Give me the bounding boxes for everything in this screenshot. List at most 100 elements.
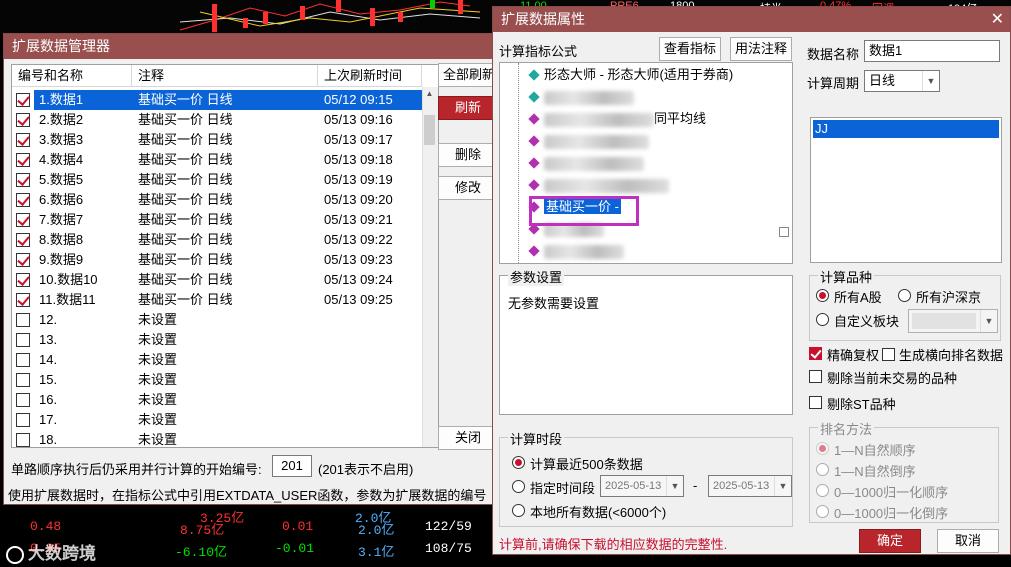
variety-radio-all-a[interactable] [816,289,829,302]
row-checkbox[interactable] [16,113,30,127]
row-checkbox[interactable] [16,333,30,347]
background-strip-bottom [495,555,1011,567]
start-number-input[interactable]: 201 [272,455,312,477]
tree-scroll-box[interactable] [779,227,789,237]
tree-item[interactable]: 形态大师 - 形态大师(适用于券商) [528,65,733,85]
table-row[interactable]: 14. 未设置 [12,350,420,370]
tree-item[interactable] [528,131,649,151]
row-checkbox[interactable] [16,373,30,387]
time-radio-recent[interactable] [512,456,525,469]
table-row[interactable]: 2.数据2 基础买一价 日线 05/13 09:16 [12,110,420,130]
table-row[interactable]: 7.数据7 基础买一价 日线 05/13 09:21 [12,210,420,230]
exclude-st-checkbox[interactable] [809,396,822,409]
table-row[interactable]: 13. 未设置 [12,330,420,350]
formula-tree[interactable]: 形态大师 - 形态大师(适用于券商) 同平均线 基础买一价 - [499,62,793,264]
date-to-input[interactable]: 2025-05-13 ▼ [708,475,792,497]
row-checkbox[interactable] [16,353,30,367]
precise-adjust-checkbox[interactable] [809,347,822,360]
refresh-all-button[interactable]: 全部刷新 [438,63,498,87]
row-note: 基础买一价 日线 [138,192,233,207]
table-row[interactable]: 1.数据1 基础买一价 日线 05/12 09:15 [12,90,422,110]
table-row[interactable]: 10.数据10 基础买一价 日线 05/13 09:24 [12,270,420,290]
table-row[interactable]: 11.数据11 基础买一价 日线 05/13 09:25 [12,290,420,310]
date-from-input[interactable]: 2025-05-13 ▼ [600,475,684,497]
rank-radio-1[interactable] [816,442,829,455]
properties-titlebar[interactable]: 扩展数据属性 ✕ [493,7,1010,32]
refresh-button[interactable]: 刷新 [438,96,498,120]
blurred-text [544,244,624,259]
output-item[interactable]: JJ [813,120,999,138]
table-row[interactable]: 17. 未设置 [12,410,420,430]
table-row[interactable]: 5.数据5 基础买一价 日线 05/13 09:19 [12,170,420,190]
row-checkbox[interactable] [16,393,30,407]
horizontal-rank-checkbox[interactable] [882,348,895,361]
row-checkbox[interactable] [16,313,30,327]
scrollbar-thumb[interactable] [424,115,435,145]
rank-radio-2[interactable] [816,463,829,476]
data-list[interactable]: 编号和名称 注释 上次刷新时间 1.数据1 基础买一价 日线 05/12 09:15… [11,64,439,448]
time-radio-range[interactable] [512,480,525,493]
tree-item[interactable] [528,87,634,107]
column-header-note[interactable]: 注释 [132,65,318,87]
candle [263,12,268,24]
row-checkbox[interactable] [16,253,30,267]
cancel-button[interactable]: 取消 [937,529,999,553]
close-icon[interactable]: ✕ [991,7,1004,32]
modify-button[interactable]: 修改 [438,176,498,200]
period-select[interactable]: 日线 ▼ [864,70,940,92]
variety-radio-shsz[interactable] [898,289,911,302]
table-row[interactable]: 8.数据8 基础买一价 日线 05/13 09:22 [12,230,420,250]
column-header-name[interactable]: 编号和名称 [12,65,132,87]
rank-radio-3[interactable] [816,484,829,497]
row-checkbox[interactable] [16,93,30,107]
exclude-untraded-checkbox[interactable] [809,370,822,383]
params-title: 参数设置 [508,267,565,286]
row-checkbox[interactable] [16,413,30,427]
tree-item[interactable] [528,153,644,173]
ok-button[interactable]: 确定 [859,529,921,553]
data-name-input[interactable]: 数据1 [864,40,1000,62]
output-list[interactable]: JJ [810,117,1002,263]
view-indicator-button[interactable]: 查看指标 [659,37,721,61]
tree-item[interactable] [528,175,669,195]
row-checkbox[interactable] [16,133,30,147]
row-checkbox[interactable] [16,213,30,227]
row-note: 未设置 [138,332,178,347]
table-row[interactable]: 6.数据6 基础买一价 日线 05/13 09:20 [12,190,420,210]
row-checkbox[interactable] [16,433,30,447]
table-row[interactable]: 3.数据3 基础买一价 日线 05/13 09:17 [12,130,420,150]
delete-button[interactable]: 删除 [438,143,498,167]
table-row[interactable]: 9.数据9 基础买一价 日线 05/13 09:23 [12,250,420,270]
table-row[interactable]: 18. 未设置 [12,430,420,447]
quote-cell: 3.1亿 [358,545,395,560]
row-checkbox[interactable] [16,173,30,187]
tree-item[interactable] [528,241,624,261]
rank-option-label: 1—N自然顺序 [834,443,916,458]
row-checkbox[interactable] [16,233,30,247]
row-name: 2.数据2 [39,112,84,127]
close-button[interactable]: 关闭 [438,426,498,450]
scroll-up-icon[interactable]: ▲ [424,89,435,99]
row-time: 05/13 09:25 [324,292,393,307]
usage-note-button[interactable]: 用法注释 [730,37,792,61]
row-checkbox[interactable] [16,293,30,307]
row-checkbox[interactable] [16,193,30,207]
table-row[interactable]: 16. 未设置 [12,390,420,410]
diamond-icon [528,157,540,169]
row-name: 16. [39,392,58,407]
column-header-time[interactable]: 上次刷新时间 [318,65,422,87]
table-row[interactable]: 12. 未设置 [12,310,420,330]
manager-titlebar[interactable]: 扩展数据管理器 [4,34,495,59]
row-time: 05/13 09:18 [324,152,393,167]
watermark-logo-icon [6,545,24,564]
table-row[interactable]: 15. 未设置 [12,370,420,390]
rank-radio-4[interactable] [816,505,829,518]
row-checkbox[interactable] [16,273,30,287]
table-row[interactable]: 4.数据4 基础买一价 日线 05/13 09:18 [12,150,420,170]
row-checkbox[interactable] [16,153,30,167]
period-label: 计算周期 [807,76,860,91]
time-radio-all[interactable] [512,504,525,517]
custom-block-select[interactable]: ▼ [908,309,998,333]
tree-item[interactable]: 同平均线 [528,109,706,129]
variety-radio-custom[interactable] [816,313,829,326]
